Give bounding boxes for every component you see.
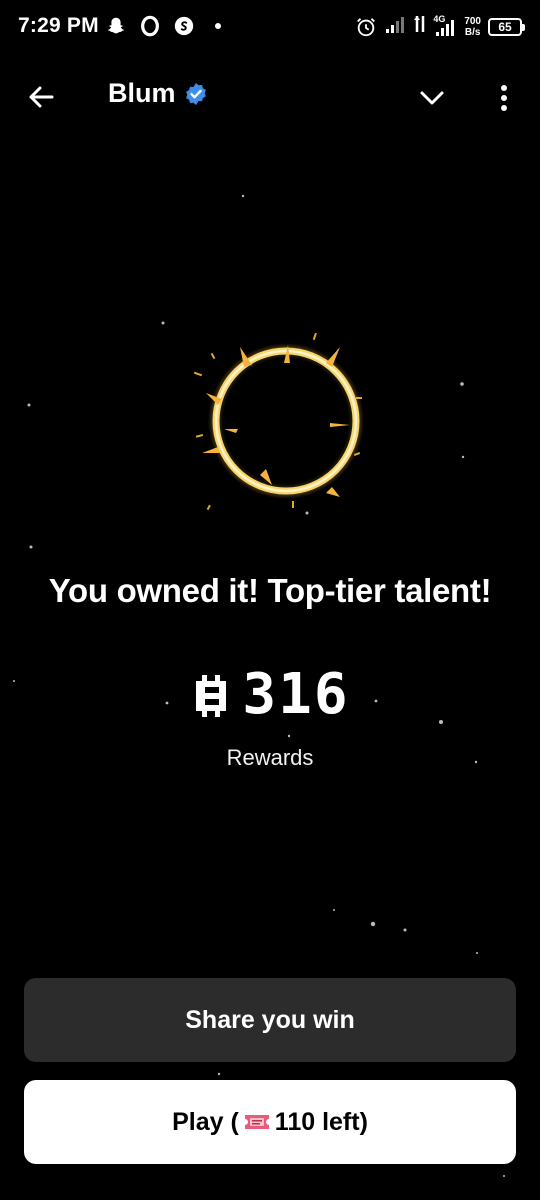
battery-icon: 65 (488, 17, 525, 36)
net-speed: 700 B/s (464, 16, 481, 38)
shazam-icon (172, 14, 196, 38)
ticket-icon (244, 1115, 269, 1129)
status-time: 7:29 PM (18, 14, 99, 37)
app-header: Blum (0, 64, 540, 128)
status-bar: 7:29 PM 4G 700 B/s 65 (0, 0, 540, 56)
net-speed-value: 700 (464, 15, 481, 27)
verified-badge-icon (185, 82, 206, 105)
chevron-down-icon (420, 91, 444, 105)
alarm-icon (354, 15, 378, 39)
result-headline: You owned it! Top-tier talent! (48, 572, 492, 609)
data-arrows-icon (414, 14, 426, 39)
share-win-button[interactable]: Share you win (24, 978, 516, 1062)
status-right-icons: 4G 700 B/s 65 (354, 14, 525, 39)
play-button[interactable]: Play ( 110 left) (24, 1080, 516, 1164)
net-speed-unit: B/s (464, 26, 481, 38)
share-button-label: Share you win (185, 1005, 355, 1034)
collapse-button[interactable] (414, 82, 450, 114)
reward-label: Rewards (226, 745, 314, 770)
signal-icon (385, 14, 407, 39)
arrow-left-icon (29, 86, 54, 108)
success-ring-icon (193, 332, 364, 511)
play-label-prefix: Play ( (172, 1107, 239, 1136)
more-vertical-icon (501, 85, 507, 111)
status-left-icons (104, 14, 230, 38)
4g-signal-icon: 4G (433, 14, 457, 38)
play-label-suffix: 110 left) (274, 1107, 368, 1136)
reward-amount: 316 (0, 662, 540, 727)
dot-icon (206, 14, 230, 38)
app-title: Blum (108, 78, 176, 108)
back-button[interactable] (22, 78, 60, 116)
title-group: Blum (108, 78, 208, 109)
battery-level: 65 (498, 19, 512, 34)
blum-coin-icon (196, 674, 227, 717)
more-menu-button[interactable] (488, 80, 520, 116)
opera-icon (138, 14, 162, 38)
reward-value: 316 (242, 662, 350, 727)
snapchat-icon (104, 14, 128, 38)
